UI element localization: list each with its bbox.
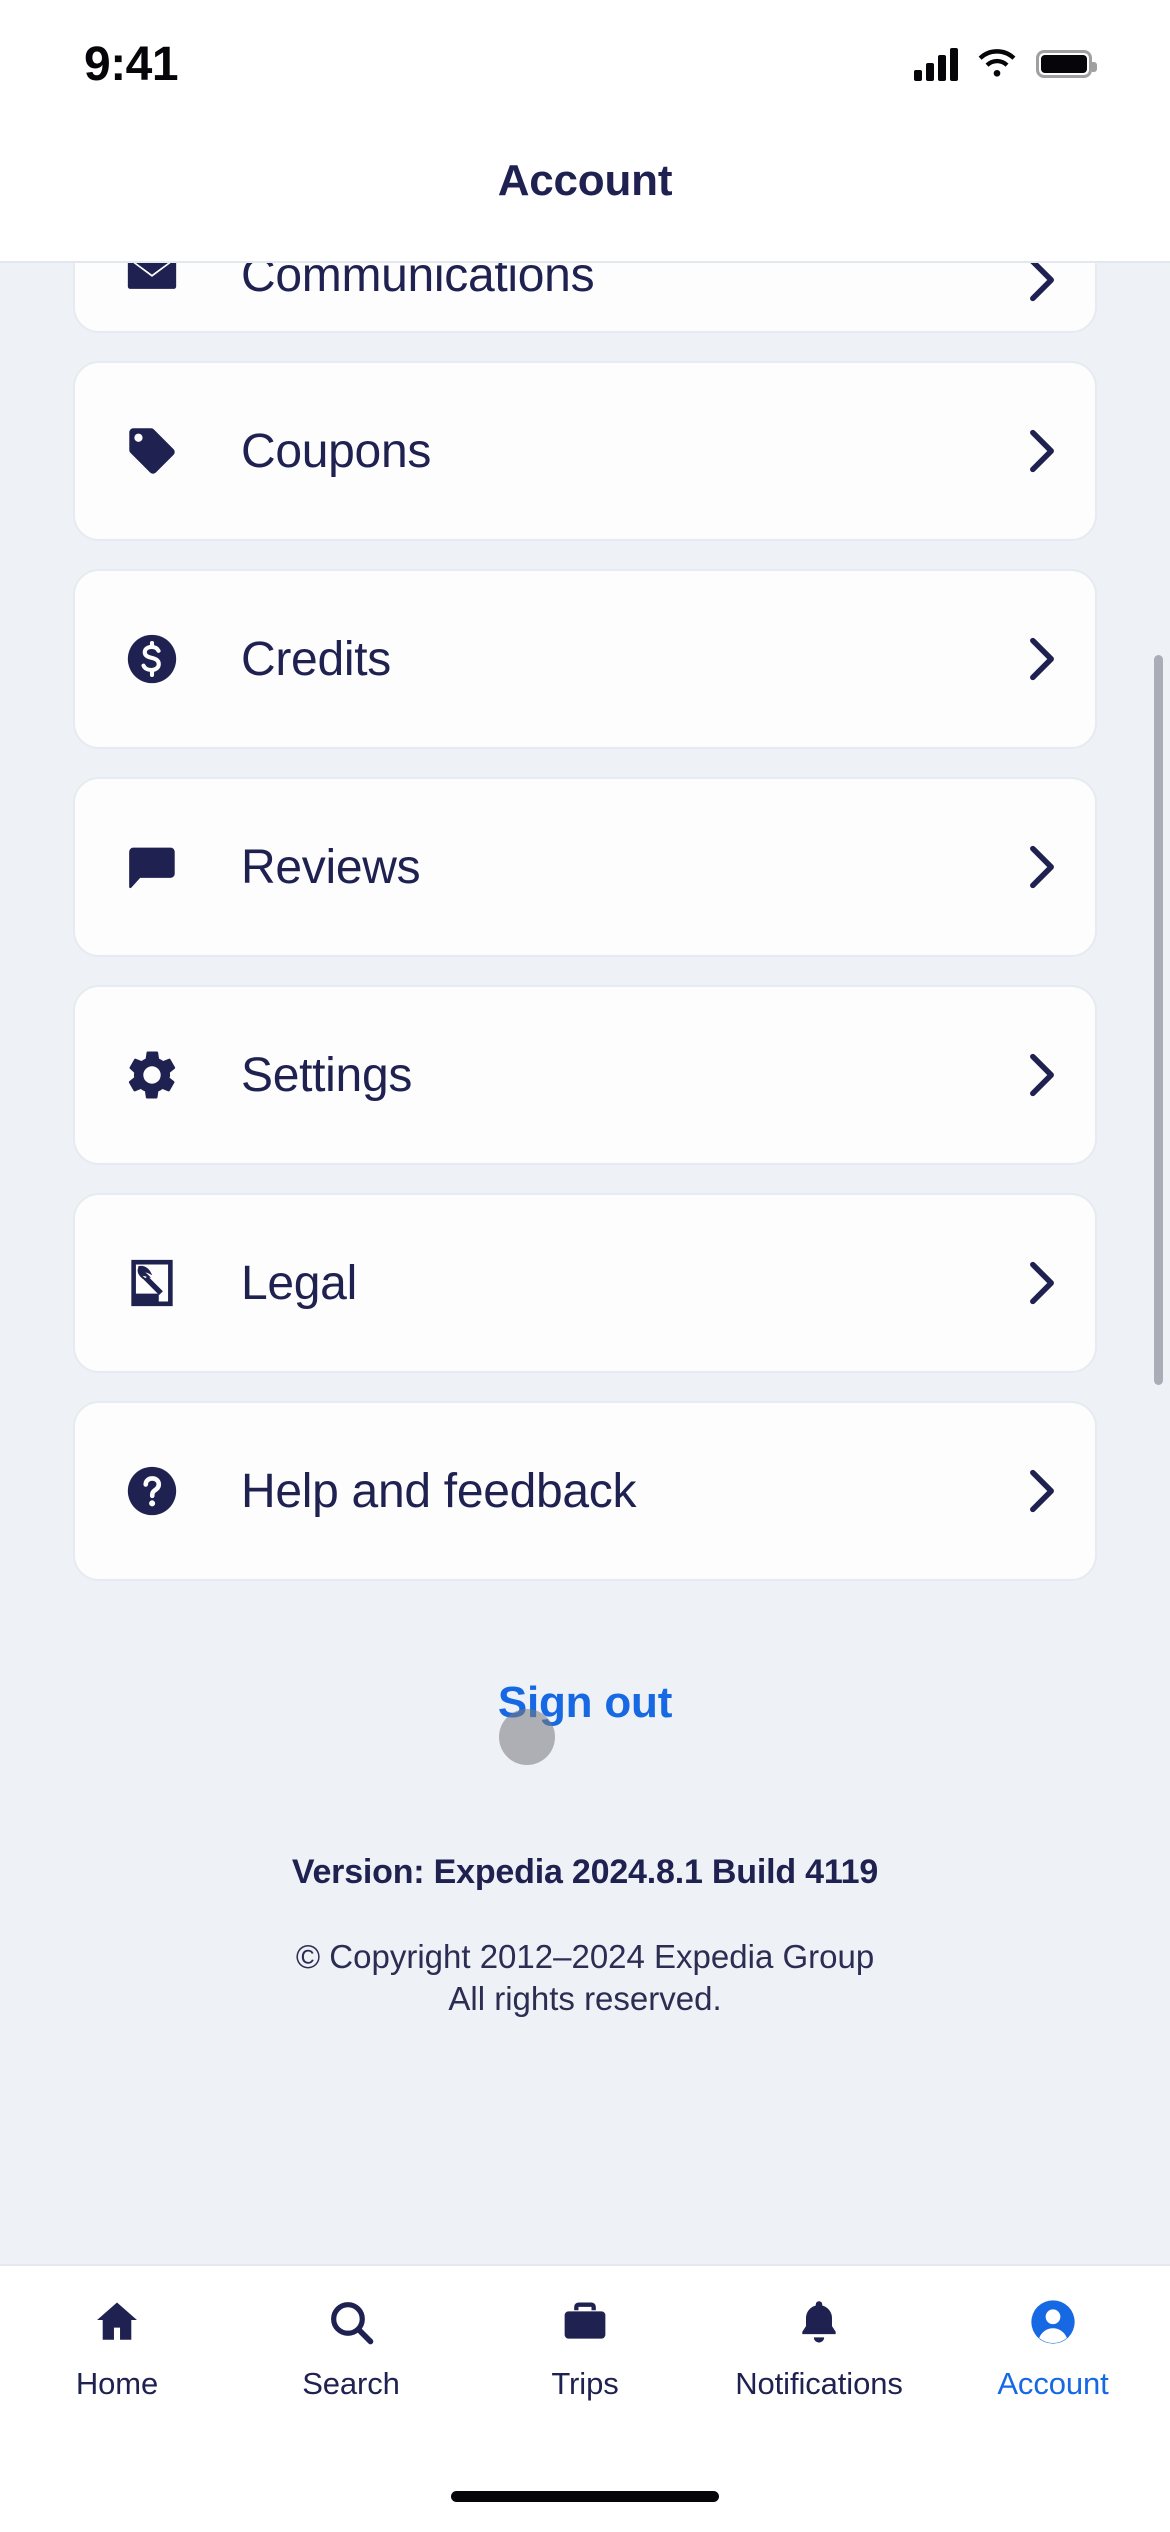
wifi-icon bbox=[978, 49, 1016, 77]
chevron-right-icon bbox=[1030, 1469, 1054, 1513]
status-bar: 9:41 bbox=[0, 0, 1170, 100]
person-circle-icon bbox=[1027, 2294, 1079, 2350]
tab-notifications[interactable]: Notifications bbox=[702, 2294, 936, 2402]
home-icon bbox=[91, 2294, 143, 2350]
copyright-line-1: © Copyright 2012–2024 Expedia Group bbox=[295, 1938, 875, 1975]
tab-search[interactable]: Search bbox=[234, 2294, 468, 2402]
bottom-tab-bar: Home Search Trips Notifications Account bbox=[0, 2264, 1170, 2532]
page-title: Account bbox=[497, 155, 673, 205]
tab-label: Account bbox=[997, 2366, 1109, 2401]
tab-account[interactable]: Account bbox=[936, 2294, 1170, 2402]
menu-item-credits[interactable]: Credits bbox=[73, 569, 1097, 749]
menu-item-label: Communications bbox=[241, 263, 595, 302]
gear-icon bbox=[121, 1044, 183, 1106]
page-header: Account bbox=[0, 100, 1170, 263]
menu-item-label: Help and feedback bbox=[241, 1464, 637, 1518]
cellular-signal-icon bbox=[914, 47, 958, 81]
menu-item-label: Reviews bbox=[241, 840, 421, 894]
menu-item-reviews[interactable]: Reviews bbox=[73, 777, 1097, 957]
tab-trips[interactable]: Trips bbox=[468, 2294, 702, 2402]
menu-item-label: Settings bbox=[241, 1048, 413, 1102]
menu-item-label: Legal bbox=[241, 1256, 357, 1310]
chevron-right-icon bbox=[1030, 1261, 1054, 1305]
chevron-right-icon bbox=[1030, 429, 1054, 473]
battery-icon bbox=[1036, 50, 1097, 78]
tab-label: Home bbox=[75, 2366, 159, 2401]
briefcase-icon bbox=[559, 2294, 611, 2350]
search-icon bbox=[325, 2294, 377, 2350]
status-indicators bbox=[914, 47, 1097, 81]
app-version-text: Version: Expedia 2024.8.1 Build 4119 bbox=[291, 1853, 879, 1891]
envelope-icon bbox=[121, 263, 183, 303]
status-time: 9:41 bbox=[84, 37, 179, 91]
speech-bubble-icon bbox=[121, 836, 183, 898]
chevron-right-icon bbox=[1030, 263, 1054, 302]
app-screen: 9:41 Account Communications Coupons Cred… bbox=[0, 0, 1170, 2532]
menu-item-label: Coupons bbox=[241, 424, 432, 478]
account-scroll-area[interactable]: Communications Coupons Credits Reviews S… bbox=[0, 263, 1170, 2263]
tab-label: Trips bbox=[551, 2366, 619, 2401]
menu-item-legal[interactable]: Legal bbox=[73, 1193, 1097, 1373]
chevron-right-icon bbox=[1030, 1053, 1054, 1097]
touch-indicator bbox=[499, 1709, 555, 1765]
bell-icon bbox=[793, 2294, 845, 2350]
chevron-right-icon bbox=[1030, 637, 1054, 681]
vertical-scrollbar[interactable] bbox=[1154, 655, 1163, 1385]
home-indicator bbox=[451, 2491, 719, 2502]
tab-label: Search bbox=[302, 2366, 400, 2401]
copyright-line-2: All rights reserved. bbox=[448, 1980, 722, 2018]
menu-item-settings[interactable]: Settings bbox=[73, 985, 1097, 1165]
document-signature-icon bbox=[121, 1252, 183, 1314]
tab-home[interactable]: Home bbox=[0, 2294, 234, 2402]
menu-item-help-and-feedback[interactable]: Help and feedback bbox=[73, 1401, 1097, 1581]
tag-icon bbox=[121, 420, 183, 482]
chevron-right-icon bbox=[1030, 845, 1054, 889]
tab-label: Notifications bbox=[735, 2366, 903, 2401]
dollar-circle-icon bbox=[121, 628, 183, 690]
menu-item-communications[interactable]: Communications bbox=[73, 263, 1097, 333]
sign-out-row: Sign out bbox=[0, 1657, 1170, 1765]
copyright-text: © Copyright 2012–2024 Expedia Group All … bbox=[0, 1936, 1170, 2020]
question-circle-icon bbox=[121, 1460, 183, 1522]
menu-item-label: Credits bbox=[241, 632, 391, 686]
menu-item-coupons[interactable]: Coupons bbox=[73, 361, 1097, 541]
